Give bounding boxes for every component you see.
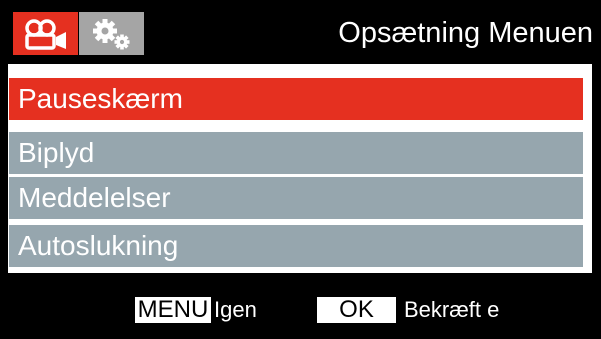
menu-key-action-label: Igen (214, 297, 257, 322)
menu-title: Opsætning Menuen (338, 17, 593, 49)
menu-item-autoslukning[interactable]: Autoslukning (9, 225, 583, 267)
settings-gears-icon (92, 18, 129, 49)
video-camera-icon (24, 18, 66, 50)
menu-header: Opsætning Menuen (0, 0, 601, 64)
menu-key-badge[interactable]: MENU (135, 297, 211, 323)
menu-item-meddelelser[interactable]: Meddelelser (9, 177, 583, 219)
ok-key-badge[interactable]: OK (317, 297, 396, 323)
tab-video[interactable] (13, 12, 78, 55)
ok-key-action-label: Bekræft e (404, 297, 500, 322)
menu-item-pauseskaerm[interactable]: Pauseskærm (9, 78, 583, 120)
menu-item-biplyd[interactable]: Biplyd (9, 132, 583, 174)
key-hint-bar (0, 273, 601, 339)
tab-settings[interactable] (79, 12, 144, 55)
